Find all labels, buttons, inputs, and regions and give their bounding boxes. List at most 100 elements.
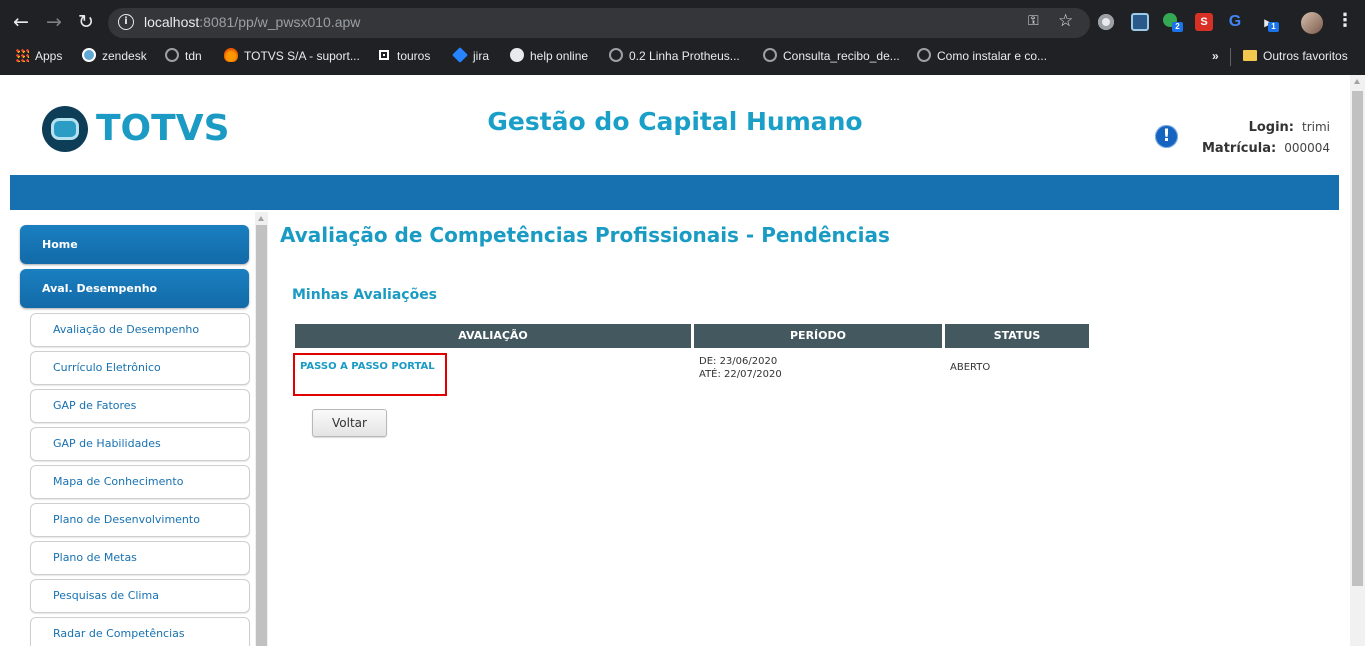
user-info: Login: trimi Matrícula: 000004 (1202, 117, 1330, 159)
sidebar-subitem-avaliacao-desempenho[interactable]: Avaliação de Desempenho (30, 313, 250, 347)
bookmark-consulta[interactable]: Consulta_recibo_de... (763, 48, 900, 65)
sidebar-scroll-thumb[interactable] (256, 225, 267, 646)
page-title: Avaliação de Competências Profissionais … (280, 223, 890, 247)
matricula-row: Matrícula: 000004 (1202, 138, 1330, 159)
sidebar-subitem-mapa-conhecimento[interactable]: Mapa de Conhecimento (30, 465, 250, 499)
sidebar: Home Aval. Desempenho Avaliação de Desem… (10, 210, 268, 646)
scroll-up-arrow-icon[interactable] (1354, 79, 1360, 84)
bookmark-label: zendesk (102, 49, 147, 63)
extension-s-icon[interactable]: S (1195, 13, 1213, 31)
periodo-de: DE: 23/06/2020 (699, 356, 778, 367)
page: TOTVS Gestão do Capital Humano ! Login: t… (0, 75, 1350, 646)
browser-menu-icon[interactable]: ⋮ (1336, 10, 1354, 32)
key-icon[interactable]: ⚿ (1028, 13, 1039, 29)
bookmark-label: Como instalar e co... (937, 49, 1048, 63)
back-arrow-icon[interactable]: ← (10, 11, 32, 33)
highlight-box (293, 353, 447, 396)
forward-arrow-icon[interactable]: → (43, 11, 65, 33)
column-header-status: STATUS (945, 324, 1089, 348)
touros-icon (377, 48, 391, 62)
address-bar[interactable]: i localhost:8081/pp/w_pwsx010.apw ⚿ ☆ (108, 8, 1090, 38)
bookmark-label: TOTVS S/A - suport... (244, 49, 360, 63)
browser-chrome: ← → ↻ i localhost:8081/pp/w_pwsx010.apw … (0, 0, 1365, 75)
sidebar-subitem-plano-metas[interactable]: Plano de Metas (30, 541, 250, 575)
sidebar-subitem-curriculo-eletronico[interactable]: Currículo Eletrônico (30, 351, 250, 385)
zendesk-icon (82, 48, 96, 62)
extension-cast-icon[interactable]: ▸ 1 (1259, 13, 1279, 32)
sidebar-subitem-gap-fatores[interactable]: GAP de Fatores (30, 389, 250, 423)
folder-icon (1243, 50, 1257, 61)
periodo-ate: ATÉ: 22/07/2020 (699, 369, 782, 380)
voltar-button[interactable]: Voltar (312, 409, 387, 437)
reload-icon[interactable]: ↻ (75, 11, 97, 33)
header-bar (10, 175, 1339, 210)
bookmark-label: Consulta_recibo_de... (783, 49, 900, 63)
consulta-icon (763, 48, 777, 62)
column-header-avaliacao: AVALIAÇÃO (295, 324, 691, 348)
totvs-logo-icon (42, 106, 88, 152)
sidebar-scrollbar[interactable] (255, 212, 268, 646)
address-url[interactable]: localhost:8081/pp/w_pwsx010.apw (144, 14, 360, 30)
bookmark-help-online[interactable]: help online (510, 48, 588, 65)
extension-green-icon[interactable]: 2 (1163, 13, 1183, 32)
column-header-periodo: PERÍODO (694, 324, 942, 348)
extension-screen-icon[interactable] (1131, 13, 1149, 31)
bookmark-totvs-support[interactable]: TOTVS S/A - suport... (224, 48, 360, 65)
bookmark-label: jira (473, 49, 490, 63)
page-scrollbar[interactable] (1350, 75, 1365, 646)
sidebar-subitem-radar-competencias[interactable]: Radar de Competências (30, 617, 250, 646)
extension-badge: 1 (1268, 22, 1279, 32)
sidebar-item-home[interactable]: Home (20, 225, 249, 264)
bookmark-label: help online (530, 49, 589, 63)
bookmark-jira[interactable]: jira (452, 47, 490, 65)
login-label: Login: (1248, 120, 1294, 135)
app-title: Gestão do Capital Humano (487, 107, 863, 136)
tdn-icon (165, 48, 179, 62)
sidebar-subitem-gap-habilidades[interactable]: GAP de Habilidades (30, 427, 250, 461)
bookmark-touros[interactable]: touros (377, 48, 430, 65)
bookmark-label: 0.2 Linha Protheus... (629, 49, 740, 63)
profile-avatar[interactable] (1301, 12, 1323, 34)
bookmark-tdn[interactable]: tdn (165, 48, 202, 65)
help-online-icon (510, 48, 524, 62)
bookmark-protheus[interactable]: 0.2 Linha Protheus... (609, 48, 740, 65)
site-info-icon[interactable]: i (118, 14, 134, 30)
sidebar-subitem-pesquisas-clima[interactable]: Pesquisas de Clima (30, 579, 250, 613)
extension-record-icon[interactable] (1098, 14, 1114, 30)
bookmark-label: Outros favoritos (1263, 49, 1348, 63)
protheus-icon (609, 48, 623, 62)
matricula-value: 000004 (1284, 141, 1330, 155)
browser-toolbar: ← → ↻ i localhost:8081/pp/w_pwsx010.apw … (0, 0, 1365, 42)
bookmark-zendesk[interactable]: zendesk (82, 48, 147, 65)
section-title: Minhas Avaliações (292, 287, 438, 303)
como-instalar-icon (917, 48, 931, 62)
bookmark-apps[interactable]: Apps (15, 48, 62, 65)
url-path: :8081/pp/w_pwsx010.apw (199, 14, 361, 30)
bookmark-label: tdn (185, 49, 202, 63)
bookmark-other-favorites[interactable]: Outros favoritos (1243, 48, 1348, 65)
star-icon[interactable]: ☆ (1058, 11, 1073, 31)
sidebar-subitem-plano-desenvolvimento[interactable]: Plano de Desenvolvimento (30, 503, 250, 537)
login-row: Login: trimi (1202, 117, 1330, 138)
jira-icon (452, 47, 468, 63)
matricula-label: Matrícula: (1202, 141, 1277, 156)
alert-icon[interactable]: ! (1155, 125, 1178, 148)
google-icon[interactable]: G (1226, 13, 1244, 31)
status-value: ABERTO (950, 362, 991, 373)
bookmarks-separator (1230, 48, 1231, 66)
avaliacao-link[interactable]: PASSO A PASSO PORTAL (300, 361, 435, 372)
bookmarks-bar: Apps zendesk tdn TOTVS S/A - suport... t… (0, 42, 1365, 71)
extension-badge: 2 (1172, 22, 1183, 32)
totvs-support-icon (224, 48, 238, 62)
login-value: trimi (1302, 120, 1330, 134)
apps-grid-icon (15, 48, 29, 62)
page-scroll-thumb[interactable] (1352, 91, 1363, 586)
scroll-up-arrow-icon[interactable] (258, 216, 264, 221)
bookmark-label: touros (397, 49, 431, 63)
logo-text: TOTVS (96, 108, 230, 149)
url-host: localhost (144, 14, 200, 30)
sidebar-item-aval-desempenho[interactable]: Aval. Desempenho (20, 269, 249, 308)
bookmarks-overflow-button[interactable]: » (1212, 48, 1219, 65)
bookmark-label: Apps (35, 49, 63, 63)
bookmark-como-instalar[interactable]: Como instalar e co... (917, 48, 1047, 65)
